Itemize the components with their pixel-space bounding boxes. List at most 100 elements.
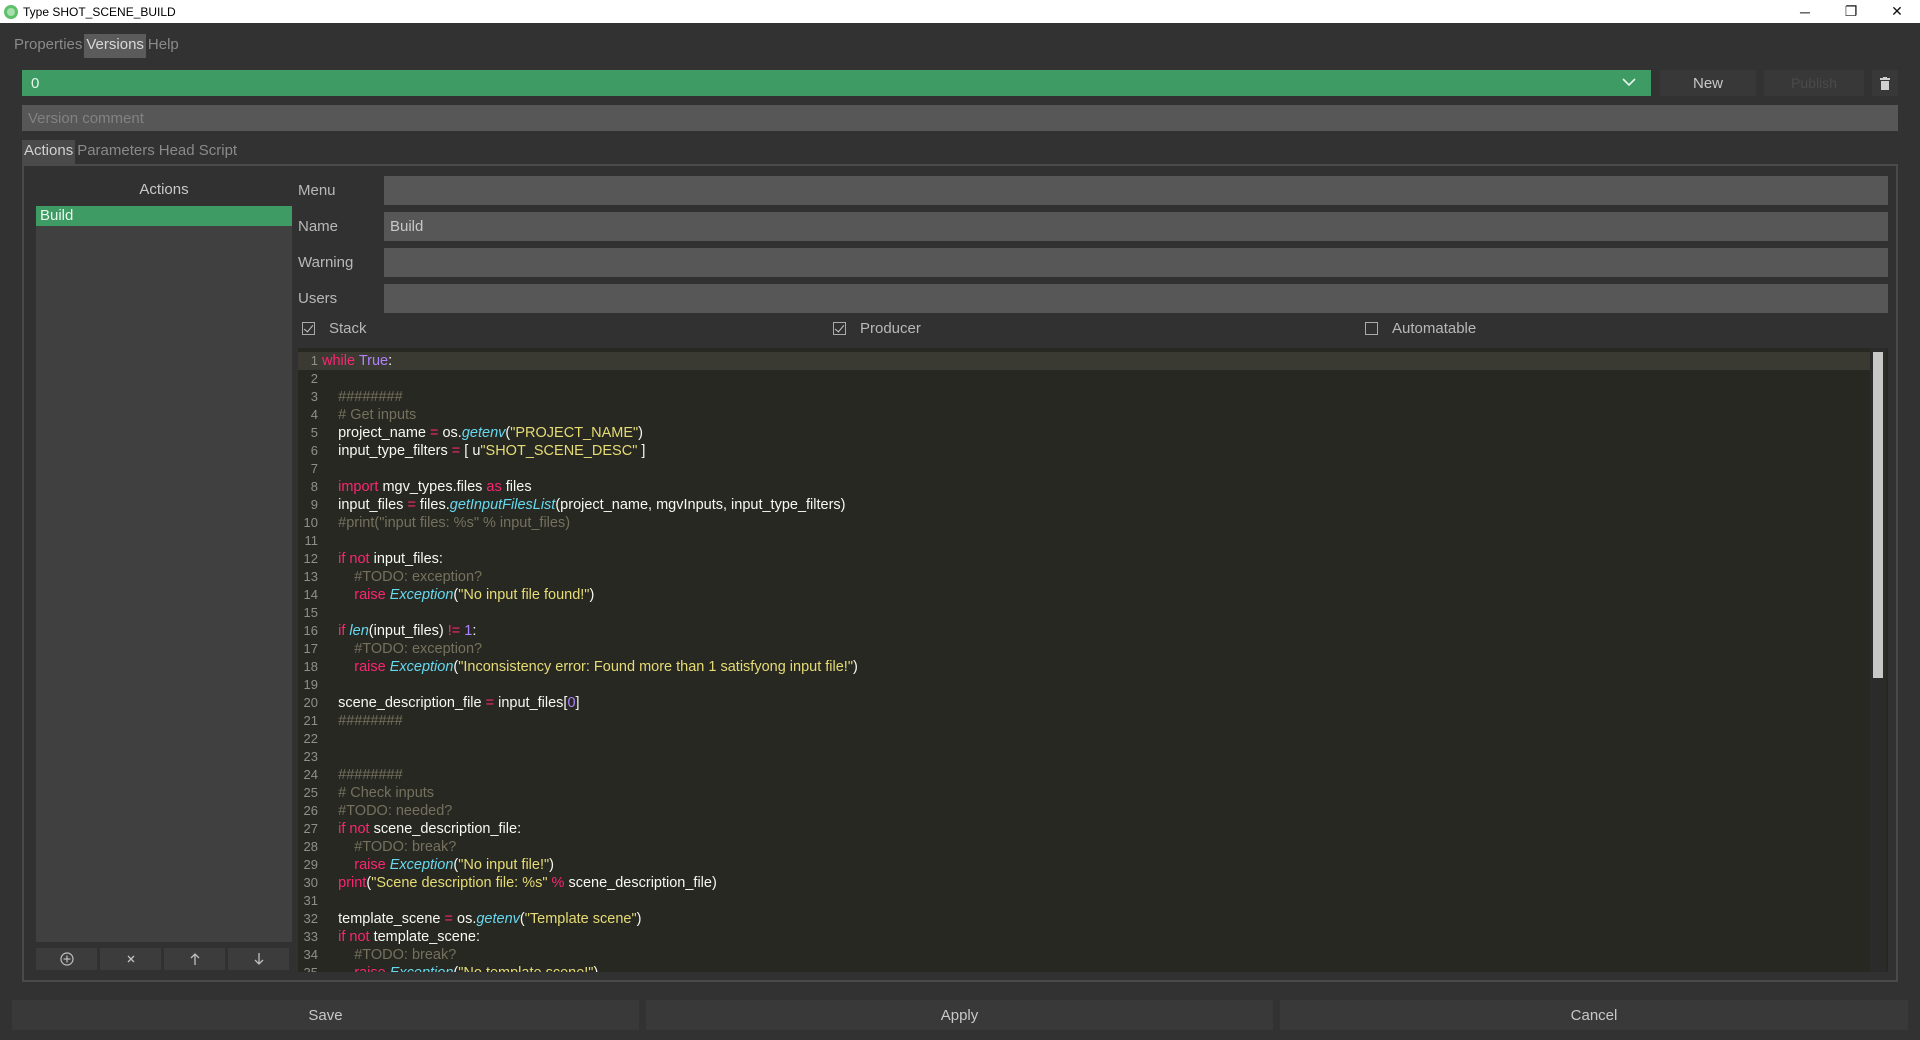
code-text: input_type_filters = [ u"SHOT_SCENE_DESC… bbox=[322, 443, 646, 459]
code-line[interactable]: 11 bbox=[298, 532, 1870, 550]
code-line[interactable]: 20 scene_description_file = input_files[… bbox=[298, 694, 1870, 712]
automatable-checkbox-box[interactable] bbox=[1365, 322, 1378, 335]
action-item-build[interactable]: Build bbox=[36, 206, 292, 226]
tab-actions[interactable]: Actions bbox=[22, 140, 76, 164]
producer-checkbox-box[interactable] bbox=[833, 322, 846, 335]
close-icon bbox=[127, 955, 134, 963]
menu-bar: Properties Versions Help bbox=[12, 34, 181, 58]
line-number: 17 bbox=[303, 641, 318, 656]
scrollbar-thumb[interactable] bbox=[1873, 352, 1883, 678]
code-line[interactable]: 1 while True: bbox=[298, 352, 1870, 370]
code-line[interactable]: 26 #TODO: needed? bbox=[298, 802, 1870, 820]
app-logo-icon bbox=[4, 4, 18, 19]
minimize-button[interactable]: ─ bbox=[1782, 0, 1828, 23]
remove-action-button[interactable] bbox=[100, 948, 161, 970]
menu-input[interactable] bbox=[384, 176, 1888, 205]
publish-button[interactable]: Publish bbox=[1764, 70, 1864, 96]
code-line[interactable]: 28 #TODO: break? bbox=[298, 838, 1870, 856]
code-text: if not template_scene: bbox=[338, 929, 480, 945]
automatable-checkbox[interactable]: Automatable bbox=[1365, 320, 1476, 337]
line-number: 10 bbox=[303, 515, 318, 530]
tab-head-script[interactable]: Head Script bbox=[157, 140, 239, 164]
code-line[interactable]: 33 if not template_scene: bbox=[298, 928, 1870, 946]
code-line[interactable]: 16 if len(input_files) != 1: bbox=[298, 622, 1870, 640]
add-action-button[interactable] bbox=[36, 948, 97, 970]
code-text: if not scene_description_file: bbox=[338, 821, 522, 837]
delete-version-button[interactable] bbox=[1872, 70, 1898, 96]
code-text: if len(input_files) != 1: bbox=[338, 623, 477, 639]
code-line[interactable]: 15 bbox=[298, 604, 1870, 622]
apply-button[interactable]: Apply bbox=[646, 1000, 1273, 1030]
code-text: ######## bbox=[338, 767, 403, 783]
code-text: # Check inputs bbox=[338, 785, 435, 801]
stack-checkbox-box[interactable] bbox=[302, 322, 315, 335]
code-line[interactable]: 7 bbox=[298, 460, 1870, 478]
code-line[interactable]: 10 #print("input files: %s" % input_file… bbox=[298, 514, 1870, 532]
move-down-button[interactable] bbox=[228, 948, 289, 970]
restore-button[interactable]: ❐ bbox=[1828, 0, 1874, 23]
code-line[interactable]: 3 ######## bbox=[298, 388, 1870, 406]
stack-checkbox[interactable]: Stack bbox=[302, 320, 367, 337]
code-line[interactable]: 24 ######## bbox=[298, 766, 1870, 784]
code-line[interactable]: 18 raise Exception("Inconsistency error:… bbox=[298, 658, 1870, 676]
chevron-down-icon bbox=[1622, 78, 1636, 87]
name-row: Name bbox=[298, 212, 1888, 242]
code-line[interactable]: 8 import mgv_types.files as files bbox=[298, 478, 1870, 496]
code-line[interactable]: 32 template_scene = os.getenv("Template … bbox=[298, 910, 1870, 928]
code-line[interactable]: 27 if not scene_description_file: bbox=[298, 820, 1870, 838]
code-line[interactable]: 34 #TODO: break? bbox=[298, 946, 1870, 964]
version-comment-input[interactable] bbox=[22, 105, 1898, 131]
code-line[interactable]: 17 #TODO: exception? bbox=[298, 640, 1870, 658]
code-line[interactable]: 9 input_files = files.getInputFilesList(… bbox=[298, 496, 1870, 514]
producer-checkbox[interactable]: Producer bbox=[833, 320, 921, 337]
code-line[interactable]: 5 project_name = os.getenv("PROJECT_NAME… bbox=[298, 424, 1870, 442]
code-line[interactable]: 31 bbox=[298, 892, 1870, 910]
code-line[interactable]: 25 # Check inputs bbox=[298, 784, 1870, 802]
new-version-button[interactable]: New bbox=[1660, 70, 1756, 96]
editor-scrollbar[interactable] bbox=[1870, 348, 1886, 972]
menu-help[interactable]: Help bbox=[146, 34, 181, 58]
users-input[interactable] bbox=[384, 284, 1888, 313]
code-text: import mgv_types.files as files bbox=[338, 479, 532, 495]
code-line[interactable]: 35 raise Exception("No template scene!") bbox=[298, 964, 1870, 972]
code-line[interactable]: 14 raise Exception("No input file found!… bbox=[298, 586, 1870, 604]
save-button[interactable]: Save bbox=[12, 1000, 639, 1030]
actions-list[interactable]: Build bbox=[36, 206, 292, 942]
version-dropdown[interactable]: 0 bbox=[22, 70, 1651, 96]
menu-properties[interactable]: Properties bbox=[12, 34, 84, 58]
move-up-button[interactable] bbox=[164, 948, 225, 970]
code-line[interactable]: 21 ######## bbox=[298, 712, 1870, 730]
code-text: # Get inputs bbox=[338, 407, 417, 423]
code-line[interactable]: 29 raise Exception("No input file!") bbox=[298, 856, 1870, 874]
code-text: raise Exception("Inconsistency error: Fo… bbox=[354, 659, 858, 675]
name-input[interactable] bbox=[384, 212, 1888, 241]
warning-input[interactable] bbox=[384, 248, 1888, 277]
window-controls: ─ ❐ ✕ bbox=[1782, 0, 1920, 23]
code-line[interactable]: 6 input_type_filters = [ u"SHOT_SCENE_DE… bbox=[298, 442, 1870, 460]
line-number: 3 bbox=[310, 389, 318, 404]
close-button[interactable]: ✕ bbox=[1874, 0, 1920, 23]
tab-parameters[interactable]: Parameters bbox=[75, 140, 157, 164]
code-editor[interactable]: 1 while True: 2 3 ######## 4 # Get inputs 5 p… bbox=[298, 348, 1888, 972]
code-line[interactable]: 19 bbox=[298, 676, 1870, 694]
line-number: 16 bbox=[303, 623, 318, 638]
code-line[interactable]: 13 #TODO: exception? bbox=[298, 568, 1870, 586]
code-text: scene_description_file = input_files[0] bbox=[322, 695, 580, 711]
line-number: 21 bbox=[303, 713, 318, 728]
code-line[interactable]: 4 # Get inputs bbox=[298, 406, 1870, 424]
automatable-label: Automatable bbox=[1392, 320, 1477, 337]
code-line[interactable]: 12 if not input_files: bbox=[298, 550, 1870, 568]
cancel-button[interactable]: Cancel bbox=[1280, 1000, 1908, 1030]
actions-panel: Actions Build Menu Name Build Warning Us… bbox=[22, 164, 1898, 982]
code-text: #print("input files: %s" % input_files) bbox=[338, 515, 571, 531]
menu-label: Menu bbox=[298, 182, 336, 199]
code-line[interactable]: 30 print("Scene description file: %s" % … bbox=[298, 874, 1870, 892]
line-number: 33 bbox=[303, 929, 318, 944]
code-text: #TODO: exception? bbox=[354, 569, 483, 585]
code-line[interactable]: 23 bbox=[298, 748, 1870, 766]
menu-versions[interactable]: Versions bbox=[84, 34, 146, 58]
code-line[interactable]: 22 bbox=[298, 730, 1870, 748]
line-number: 7 bbox=[310, 461, 318, 476]
code-line[interactable]: 2 bbox=[298, 370, 1870, 388]
line-number: 22 bbox=[303, 731, 318, 746]
